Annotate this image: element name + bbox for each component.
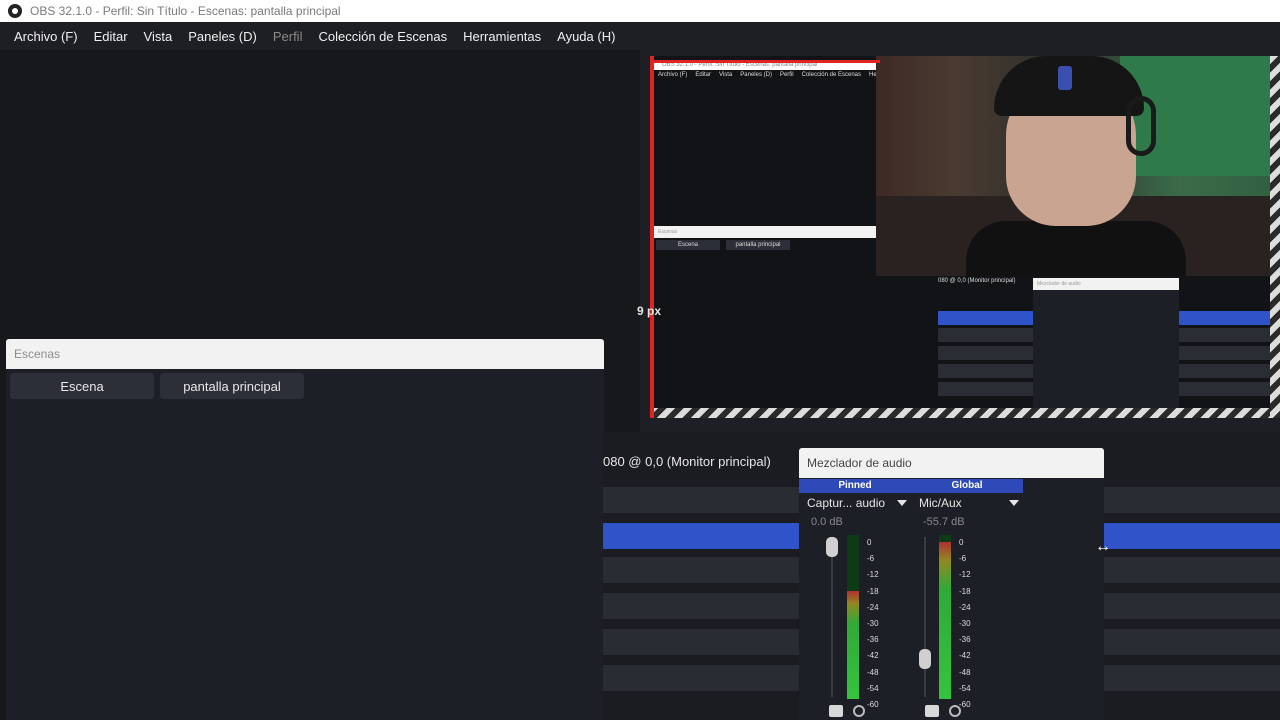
cap-logo-icon: [1058, 66, 1072, 90]
scenes-dock-title[interactable]: Escenas: [6, 339, 604, 369]
scenes-dock: Escenas Escena pantalla principal: [6, 339, 604, 720]
db-tick: -42: [867, 651, 879, 661]
mixer-channel-mic: Global Mic/Aux -55.7 dB 0 -6 -12 -18 -24…: [911, 479, 1023, 719]
db-tick: -48: [867, 667, 879, 677]
window-title: OBS 32.1.0 - Perfil: Sin Título - Escena…: [30, 4, 341, 18]
dropdown-arrow-icon: [897, 500, 907, 506]
volume-fader-knob[interactable]: [919, 649, 931, 669]
channel-name: Captur... audio: [807, 496, 886, 510]
scene-button-pantalla-principal[interactable]: pantalla principal: [160, 373, 304, 399]
mini-menu-item: Paneles (D): [740, 72, 772, 78]
menu-perfil[interactable]: Perfil: [265, 29, 311, 44]
webcam-source[interactable]: [876, 56, 1280, 276]
db-tick: -6: [867, 554, 875, 564]
selection-guide-line: [650, 56, 654, 418]
level-meter: [939, 535, 951, 699]
db-tick: -48: [959, 667, 971, 677]
mini-menu-item: Vista: [719, 72, 733, 78]
db-tick: -30: [867, 619, 879, 629]
gear-icon[interactable]: [853, 705, 865, 717]
selection-guide-top: [650, 60, 880, 63]
db-tick: -12: [959, 570, 971, 580]
mini-scenes-title: Escenas: [654, 226, 878, 238]
gear-icon[interactable]: [949, 705, 961, 717]
menu-editar[interactable]: Editar: [86, 29, 136, 44]
scene-button-escena[interactable]: Escena: [10, 373, 154, 399]
camera-person-shirt: [966, 221, 1186, 276]
speaker-icon[interactable]: [829, 705, 843, 717]
mini-scene-buttons: Escena pantalla principal: [656, 240, 790, 250]
db-tick: -36: [867, 635, 879, 645]
volume-fader-knob[interactable]: [826, 537, 838, 557]
db-tick: -54: [959, 683, 971, 693]
mixer-channel-desktop: Pinned Captur... audio 0.0 dB 0 -6 -12 -…: [799, 479, 911, 719]
db-scale: 0 -6 -12 -18 -24 -30 -36 -42 -48 -54 -60: [959, 535, 971, 713]
db-tick: -30: [959, 619, 971, 629]
mini-mixer-title: Mezclador de audio: [1033, 278, 1179, 290]
headset-icon: [1126, 96, 1156, 156]
mixer-title[interactable]: Mezclador de audio: [799, 448, 1104, 478]
mini-menu-item: Editar: [695, 72, 712, 78]
db-tick: -18: [959, 586, 971, 596]
db-tick: -12: [867, 570, 879, 580]
db-tick: -36: [959, 635, 971, 645]
menu-archivo[interactable]: Archivo (F): [6, 29, 86, 44]
db-tick: -60: [867, 700, 879, 710]
mini-menu-item: Colección de Escenas: [801, 72, 861, 78]
audio-mixer-dock: Mezclador de audio Pinned Captur... audi…: [799, 448, 1104, 720]
channel-db: 0.0 dB: [811, 516, 843, 528]
db-tick: -42: [959, 651, 971, 661]
mini-scene-button: pantalla principal: [726, 240, 790, 250]
channel-name: Mic/Aux: [919, 496, 962, 510]
level-meter-fill: [847, 590, 859, 699]
obs-logo-icon: [8, 4, 22, 18]
menu-vista[interactable]: Vista: [136, 29, 181, 44]
menu-herramientas[interactable]: Herramientas: [455, 29, 549, 44]
level-meter: [847, 535, 859, 699]
menu-coleccion-escenas[interactable]: Colección de Escenas: [310, 29, 455, 44]
mini-audio-mixer: Mezclador de audio: [1033, 278, 1179, 408]
menu-ayuda[interactable]: Ayuda (H): [549, 29, 623, 44]
menu-bar: Archivo (F) Editar Vista Paneles (D) Per…: [0, 22, 1280, 50]
channel-group-label: Pinned: [799, 479, 911, 493]
channel-db: -55.7 dB: [923, 516, 965, 528]
db-tick: -24: [867, 602, 879, 612]
menu-paneles[interactable]: Paneles (D): [180, 29, 265, 44]
mini-menu-item: Archivo (F): [658, 72, 688, 78]
channel-name-dropdown[interactable]: Mic/Aux: [911, 493, 1023, 513]
hazard-stripe-bottom: [650, 408, 1280, 418]
dropdown-arrow-icon: [1009, 500, 1019, 506]
volume-fader-track[interactable]: [924, 537, 926, 697]
db-tick: 0: [867, 538, 872, 547]
hazard-stripe-right: [1270, 56, 1280, 418]
mini-monitor-label: 080 @ 0,0 (Monitor principal): [938, 278, 1016, 284]
channel-name-dropdown[interactable]: Captur... audio: [799, 493, 911, 513]
resize-cursor-icon: ↔: [1095, 538, 1111, 555]
volume-fader-track[interactable]: [831, 537, 833, 697]
db-tick: 0: [959, 538, 964, 547]
db-tick: -6: [959, 554, 967, 564]
db-tick: -18: [867, 586, 879, 596]
mini-menu-bar: Archivo (F) Editar Vista Paneles (D) Per…: [654, 72, 880, 82]
level-meter-fill: [939, 541, 951, 699]
db-scale: 0 -6 -12 -18 -24 -30 -36 -42 -48 -54 -60: [867, 535, 879, 713]
speaker-icon[interactable]: [925, 705, 939, 717]
db-tick: -24: [959, 602, 971, 612]
db-tick: -54: [867, 683, 879, 693]
mini-menu-item: Perfil: [779, 72, 794, 78]
monitor-label: 080 @ 0,0 (Monitor principal): [603, 454, 771, 469]
channel-controls: [829, 705, 865, 717]
scene-buttons: Escena pantalla principal: [6, 369, 604, 403]
mini-scene-button: Escena: [656, 240, 720, 250]
channel-controls: [925, 705, 961, 717]
preview-area[interactable]: OBS 32.1.0 - Perfil: Sin Título - Escena…: [650, 56, 1280, 418]
distance-label: 9 px: [637, 304, 662, 318]
channel-group-label: Global: [911, 479, 1023, 493]
title-bar: OBS 32.1.0 - Perfil: Sin Título - Escena…: [0, 0, 1280, 22]
